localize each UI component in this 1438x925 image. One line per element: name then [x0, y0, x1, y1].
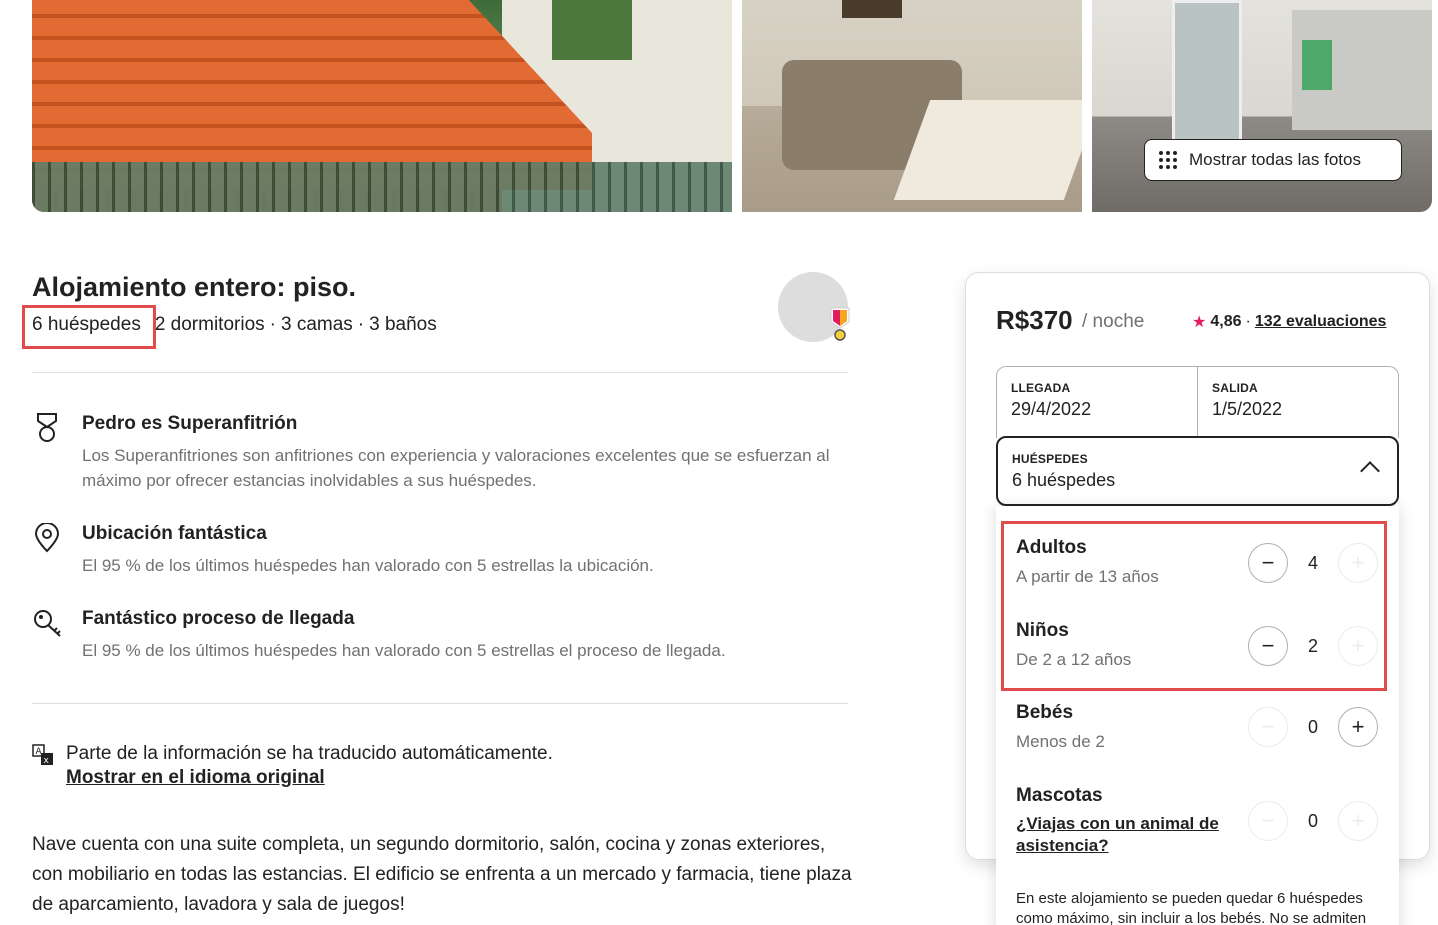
spec-bedrooms: 2 dormitorios	[154, 314, 265, 335]
photo-frame-shape	[842, 0, 902, 18]
superhost-medal-icon	[37, 413, 57, 442]
per-night-label: / noche	[1082, 311, 1145, 332]
guests-value: 6 huéspedes	[1012, 470, 1116, 490]
rating-separator: ·	[1245, 313, 1251, 330]
checkin-value: 29/4/2022	[1011, 399, 1092, 419]
listing-description: Nave cuenta con una suite completa, un s…	[32, 834, 852, 915]
highlight-box-guests	[22, 305, 156, 349]
checkout-label: SALIDA	[1212, 381, 1258, 395]
pets-decrease-button[interactable]: −	[1248, 801, 1288, 841]
service-animal-link[interactable]: ¿Viajas con un animal de asistencia?	[1016, 813, 1236, 857]
feature-title: Fantástico proceso de llegada	[82, 608, 355, 629]
feature-text: El 95 % de los últimos huéspedes han val…	[82, 641, 726, 660]
rating-score: 4,86	[1210, 313, 1242, 330]
checkin-label: LLEGADA	[1011, 381, 1071, 395]
grid-dots-icon	[1159, 151, 1177, 169]
rating-summary: ★ 4,86 · 132 evaluaciones	[1192, 312, 1386, 332]
spec-baths: 3 baños	[369, 314, 437, 335]
show-all-photos-button[interactable]: Mostrar todas las fotos	[1144, 139, 1402, 181]
photo-railing-shape	[32, 162, 732, 212]
key-icon	[34, 610, 61, 637]
show-original-language-link[interactable]: Mostrar en el idioma original	[66, 767, 325, 789]
infants-increase-button[interactable]: +	[1338, 707, 1378, 747]
translation-notice: Parte de la información se ha traducido …	[66, 743, 553, 764]
divider	[32, 703, 848, 704]
infants-decrease-button[interactable]: −	[1248, 707, 1288, 747]
feature-text: El 95 % de los últimos huéspedes han val…	[82, 556, 654, 575]
guest-limit-note: En este alojamiento se pueden quedar 6 h…	[1016, 890, 1367, 925]
location-pin-icon	[34, 523, 60, 553]
infants-stepper: − 0 +	[1248, 707, 1378, 747]
photo-door-shape	[1172, 0, 1242, 150]
spec-separator: ·	[357, 314, 365, 335]
spec-beds: 3 camas	[280, 314, 353, 335]
listing-photo-main[interactable]	[32, 0, 732, 212]
guests-select[interactable]: HUÉSPEDES 6 huéspedes	[996, 436, 1399, 506]
feature-title: Ubicación fantástica	[82, 523, 267, 544]
highlight-box-adults-children	[1001, 521, 1387, 691]
pets-stepper: − 0 +	[1248, 801, 1378, 841]
listing-photo-living-room[interactable]	[742, 0, 1082, 212]
listing-title: Alojamiento entero: piso.	[32, 272, 357, 302]
show-all-photos-label: Mostrar todas las fotos	[1189, 150, 1361, 169]
guests-label: HUÉSPEDES	[1012, 452, 1088, 466]
feature-text: Los Superanfitriones son anfitriones con…	[82, 446, 830, 490]
price-per-night: R$370	[996, 305, 1073, 335]
photo-trees-shape	[552, 0, 632, 60]
reviews-link[interactable]: 132 evaluaciones	[1255, 313, 1387, 331]
infants-count: 0	[1307, 717, 1318, 737]
pets-count: 0	[1307, 811, 1318, 831]
superhost-badge-icon	[830, 307, 850, 341]
divider	[32, 372, 848, 373]
guest-row-infants: Bebés Menos de 2 − 0 +	[1016, 702, 1386, 752]
svg-text:x: x	[44, 756, 50, 766]
translate-icon: A x	[32, 744, 53, 766]
star-icon: ★	[1192, 314, 1207, 331]
date-picker: LLEGADA 29/4/2022 SALIDA 1/5/2022	[996, 366, 1399, 439]
photo-kettle-shape	[1302, 40, 1332, 90]
checkin-field[interactable]: LLEGADA 29/4/2022	[997, 367, 1198, 439]
guest-row-pets: Mascotas ¿Viajas con un animal de asiste…	[1016, 785, 1386, 857]
spec-separator: ·	[269, 314, 276, 335]
checkout-value: 1/5/2022	[1212, 399, 1283, 419]
feature-title: Pedro es Superanfitrión	[82, 413, 298, 434]
checkout-field[interactable]: SALIDA 1/5/2022	[1198, 367, 1399, 439]
pets-increase-button[interactable]: +	[1338, 801, 1378, 841]
